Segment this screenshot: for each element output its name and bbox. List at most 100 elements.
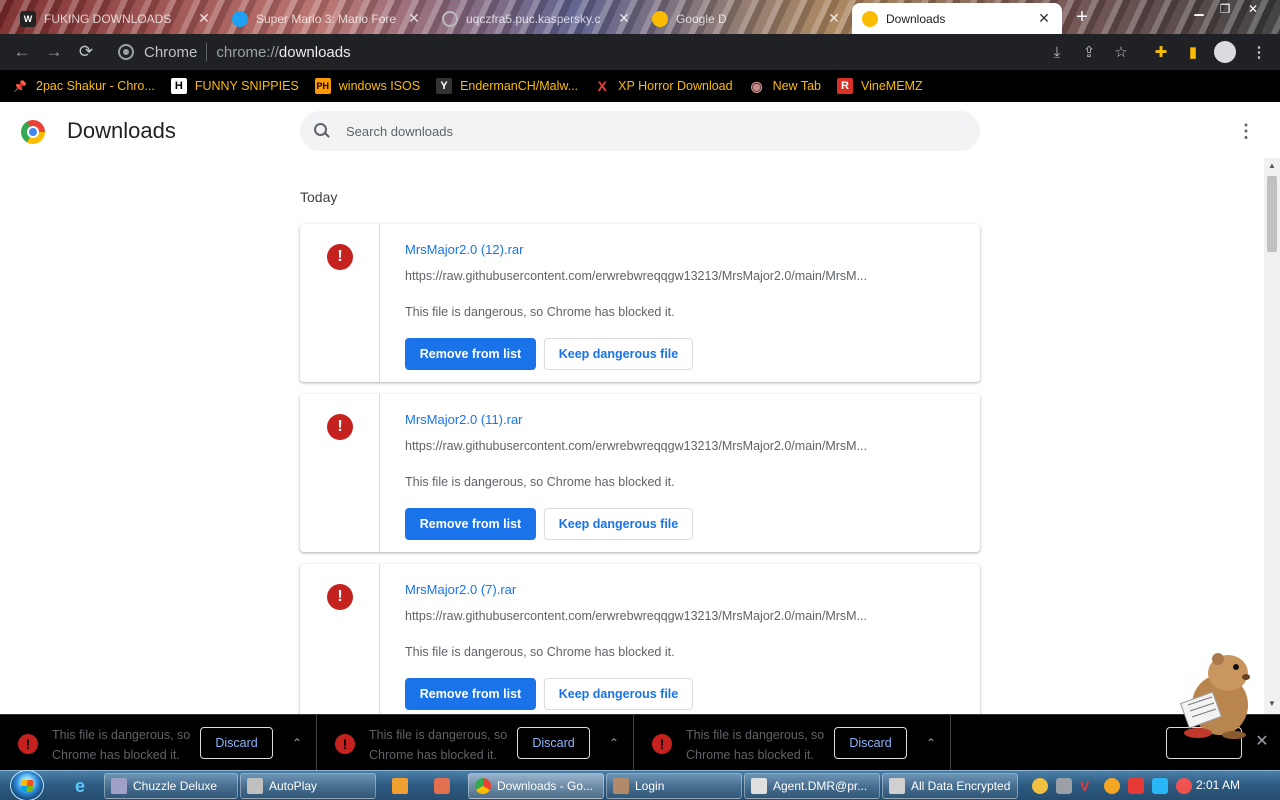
page-scrollbar[interactable]: ▲ ▼ [1264,158,1280,714]
close-icon[interactable]: ✕ [406,10,422,27]
keep-dangerous-file-button[interactable]: Keep dangerous file [544,508,693,540]
tray-gear-icon[interactable] [1056,778,1072,794]
search-icon[interactable] [314,123,330,139]
file-name-link[interactable]: MrsMajor2.0 (7).rar [405,582,516,597]
scroll-down-icon[interactable]: ▼ [1267,699,1277,709]
remove-from-list-button[interactable]: Remove from list [405,678,536,710]
tab-3[interactable]: uqczfra5.puc.kaspersky.c ✕ [432,3,642,34]
shelf-item[interactable]: ! This file is dangerous, so Chrome has … [634,715,951,771]
taskbar-item-chuzzle[interactable]: Chuzzle Deluxe [104,773,238,799]
remove-from-list-button[interactable]: Remove from list [405,508,536,540]
hamster-mascot-icon [1179,653,1250,739]
chrome-logo-icon [21,120,45,144]
forward-icon[interactable]: → [38,34,70,70]
browser-toolbar: ← → ⟳ Chrome chrome:// downloads ⤓ ⇪ ☆ ✚… [0,34,1280,70]
bookmark-endermanch[interactable]: Y EndermanCH/Malw... [436,78,578,94]
star-icon[interactable]: ☆ [1105,34,1137,70]
discard-button[interactable]: Discard [200,727,273,759]
tray-smiley-icon[interactable] [1032,778,1048,794]
keep-dangerous-file-button[interactable]: Keep dangerous file [544,338,693,370]
bookmark-xp-horror[interactable]: X XP Horror Download [594,78,733,94]
chevron-up-icon[interactable]: ⌃ [605,733,623,753]
file-url[interactable]: https://raw.githubusercontent.com/erwreb… [405,269,905,283]
tab-title: Super Mario 3: Mario Fore [256,11,397,26]
file-name-link[interactable]: MrsMajor2.0 (12).rar [405,242,523,257]
restore-icon[interactable]: ❐ [1212,0,1238,18]
bookmark-label: FUNNY SNIPPIES [194,79,299,93]
scrollbar-thumb[interactable] [1267,176,1277,252]
extensions-icon[interactable]: ✚ [1145,34,1177,70]
bookmark-funny-snippies[interactable]: H FUNNY SNIPPIES [170,78,299,94]
tray-search-icon[interactable] [1104,778,1120,794]
scroll-up-icon[interactable]: ▲ [1267,161,1277,171]
date-section-label: Today [300,189,338,205]
file-icon-column: ! [300,394,380,552]
taskbar-item-label: Agent.DMR@pr... [773,779,868,793]
discard-button[interactable]: Discard [517,727,590,759]
chevron-up-icon[interactable]: ⌃ [288,733,306,753]
download-icon[interactable]: ⤓ [1041,34,1073,70]
new-tab-button[interactable]: + [1070,6,1094,28]
tab-4[interactable]: Google D ✕ [642,3,852,34]
file-url[interactable]: https://raw.githubusercontent.com/erwreb… [405,609,905,623]
bookmark-2pac[interactable]: 📌 2pac Shakur - Chro... [12,78,155,94]
bookmarks-bar: 📌 2pac Shakur - Chro... H FUNNY SNIPPIES… [0,70,1280,102]
taskbar-item-agent[interactable]: Agent.DMR@pr... [744,773,880,799]
share-icon[interactable]: ⇪ [1073,34,1105,70]
bookmark-label: New Tab [772,79,821,93]
taskbar-item-downloads[interactable]: Downloads - Go... [468,773,604,799]
taskbar-item-login[interactable]: Login [606,773,742,799]
profile-avatar-icon[interactable] [1209,34,1241,70]
close-icon[interactable]: ✕ [616,10,632,27]
chevron-up-icon[interactable]: ⌃ [922,733,940,753]
tray-v-icon[interactable]: V [1080,778,1096,794]
media-player-icon[interactable] [382,774,418,798]
bookmark-windows-isos[interactable]: PH windows ISOS [314,78,420,94]
danger-icon: ! [327,584,353,610]
bookmark-label: EndermanCH/Malw... [460,79,579,93]
file-url[interactable]: https://raw.githubusercontent.com/erwreb… [405,439,905,453]
taskbar-item-encrypted[interactable]: All Data Encrypted [882,773,1018,799]
start-button[interactable] [10,770,44,800]
shelf-item[interactable]: ! This file is dangerous, so Chrome has … [0,715,317,771]
bookmark-new-tab[interactable]: ◉ New Tab [749,78,821,94]
tab-title: FUKING DOWNLOADS [44,11,172,26]
minimize-icon[interactable]: ▁ [1186,0,1212,18]
keep-dangerous-file-button[interactable]: Keep dangerous file [544,678,693,710]
discard-button[interactable]: Discard [834,727,907,759]
remove-from-list-button[interactable]: Remove from list [405,338,536,370]
wix-favicon-icon: W [20,10,36,27]
search-box[interactable] [300,111,980,151]
side-panel-icon[interactable]: ▮ [1177,34,1209,70]
close-icon[interactable]: ✕ [1036,10,1052,27]
window-icon [751,778,767,794]
taskbar-item-label: Login [635,779,665,793]
paint-icon[interactable] [424,774,460,798]
taskbar-item-autoplay[interactable]: AutoPlay [240,773,376,799]
search-input[interactable] [346,123,946,139]
more-options-icon[interactable]: ⋮ [1236,118,1256,144]
login-icon [613,778,629,794]
back-icon[interactable]: ← [6,34,38,70]
tab-1[interactable]: W FUKING DOWNLOADS ✕ [10,3,222,34]
danger-icon: ! [335,734,355,754]
download-item: ! MrsMajor2.0 (12).rar https://raw.githu… [300,224,980,382]
autoplay-icon [247,778,263,794]
close-window-icon[interactable]: ✕ [1240,0,1266,18]
close-icon[interactable]: ✕ [196,10,212,27]
tab-downloads[interactable]: Downloads ✕ [852,3,1062,34]
tab-2[interactable]: Super Mario 3: Mario Fore ✕ [222,3,432,34]
reload-icon[interactable]: ⟳ [70,34,102,70]
chrome-site-icon [118,44,134,60]
browser-menu-icon[interactable]: ⋮ [1243,34,1275,70]
tray-volume-icon[interactable] [1176,778,1192,794]
download-item: ! MrsMajor2.0 (11).rar https://raw.githu… [300,394,980,552]
close-icon[interactable]: ✕ [826,10,842,27]
taskbar-clock[interactable]: 2:01 AM [1196,778,1240,792]
bookmark-vinememz[interactable]: R VineMEMZ [837,78,923,94]
tray-flag-icon[interactable] [1128,778,1144,794]
shelf-item[interactable]: ! This file is dangerous, so Chrome has … [317,715,634,771]
internet-explorer-icon[interactable]: e [62,774,98,798]
file-name-link[interactable]: MrsMajor2.0 (11).rar [405,412,523,427]
tray-monitor-icon[interactable] [1152,778,1168,794]
